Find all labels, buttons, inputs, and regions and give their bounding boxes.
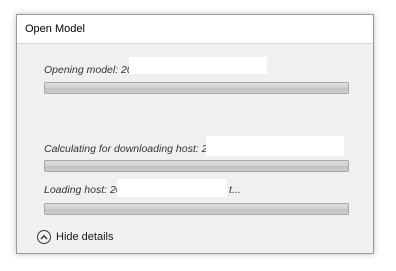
step-label-opening-model: Opening model: 20 [44,64,133,76]
step-label-calculating-host: Calculating for downloading host: 2 [44,143,208,155]
progress-bar-opening-model [44,82,349,94]
title-bar[interactable]: Open Model [17,15,373,44]
hide-details-button[interactable]: Hide details [37,228,113,246]
redacted-region [206,136,344,156]
chevron-up-circle-icon [37,230,51,244]
step-label-loading-host: Loading host: 20 [44,184,122,196]
hide-details-label: Hide details [56,231,114,243]
redacted-region [117,179,227,197]
open-model-dialog: Open Model Opening model: 20 Calculating… [16,14,374,254]
progress-fill [45,83,348,93]
progress-fill [45,204,348,214]
dialog-title: Open Model [25,23,85,35]
progress-bar-loading-host [44,203,349,215]
progress-bar-calculating-host [44,160,349,172]
redacted-region [129,57,267,74]
progress-fill [45,161,348,171]
step-label-loading-host-suffix: t... [229,184,241,196]
